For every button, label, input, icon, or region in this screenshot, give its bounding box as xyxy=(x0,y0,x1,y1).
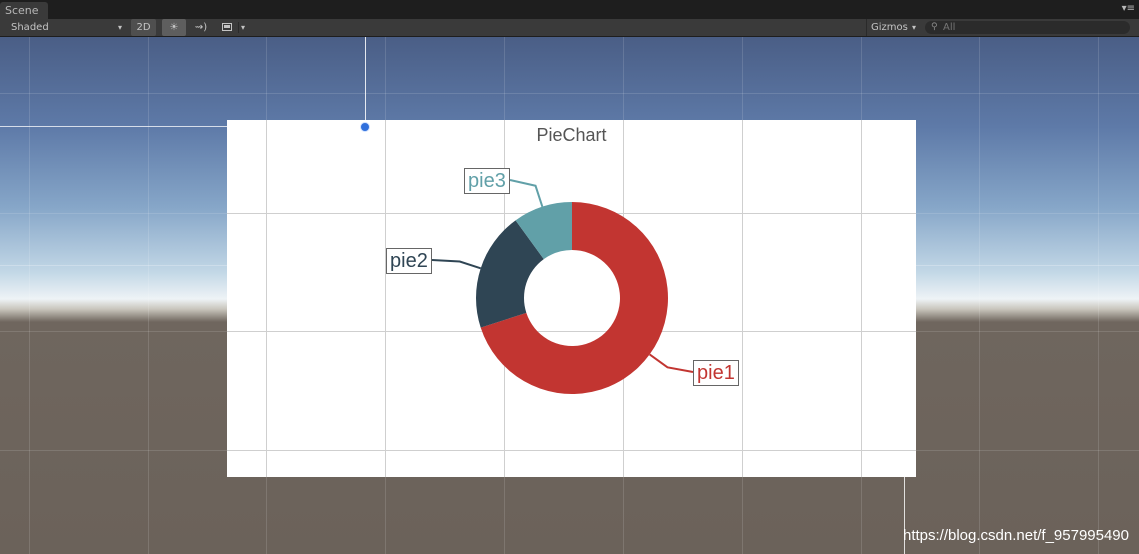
search-input[interactable] xyxy=(943,21,1123,34)
audio-icon[interactable]: ⇝) xyxy=(190,19,212,36)
effects-dropdown[interactable]: ▾ xyxy=(218,19,250,36)
leader-line-pie2 xyxy=(431,259,482,270)
leader-line-pie1 xyxy=(649,353,694,373)
tab-bar: Scene ▾≡ xyxy=(0,0,1139,19)
rect-transform-handle[interactable] xyxy=(360,122,370,132)
dropdown-arrow-icon: ▾ xyxy=(911,23,916,32)
slice-label-pie3: pie3 xyxy=(464,168,510,194)
2d-mode-toggle[interactable]: 2D xyxy=(131,19,156,36)
tab-scene[interactable]: Scene xyxy=(0,2,48,19)
gizmos-dropdown[interactable]: Gizmos ▾ xyxy=(866,19,919,36)
search-icon: ⚲ xyxy=(931,22,938,32)
shading-mode-dropdown[interactable]: Shaded ▾ xyxy=(6,19,126,36)
dropdown-arrow-icon: ▾ xyxy=(241,23,246,32)
watermark: https://blog.csdn.net/f_957995490 xyxy=(902,527,1129,544)
search-field[interactable]: ⚲ xyxy=(925,21,1130,34)
menu-icon[interactable]: ▾≡ xyxy=(1122,3,1135,15)
dropdown-arrow-icon: ▾ xyxy=(117,23,122,32)
sun-icon[interactable]: ☀ xyxy=(162,19,186,36)
panel-grid xyxy=(227,120,916,477)
selection-guide xyxy=(365,37,366,128)
scene-viewport[interactable]: PieChart pie1 pie2 pie3 https://blog.csd… xyxy=(0,37,1139,554)
slice-label-pie1: pie1 xyxy=(693,360,739,386)
pie-chart xyxy=(227,120,916,477)
shading-mode-label: Shaded xyxy=(11,22,49,33)
gizmos-label: Gizmos xyxy=(871,22,908,33)
scene-toolbar: Shaded ▾ 2D ☀ ⇝) ▾ Gizmos ▾ ⚲ xyxy=(0,19,1139,37)
pie-chart-panel[interactable]: PieChart pie1 pie2 pie3 xyxy=(227,120,916,477)
image-icon xyxy=(222,23,232,31)
chart-title: PieChart xyxy=(536,125,607,145)
slice-label-pie2: pie2 xyxy=(386,248,432,274)
leader-line-pie3 xyxy=(509,179,544,208)
